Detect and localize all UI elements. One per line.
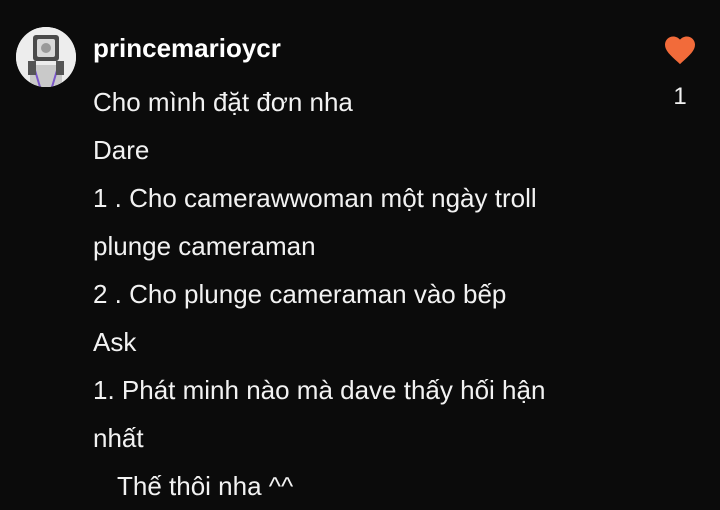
comment-line: 1. Phát minh nào mà dave thấy hối hận — [93, 375, 546, 405]
comment-line: nhất — [93, 423, 144, 453]
like-count: 1 — [673, 83, 687, 110]
comment-body: Cho mình đặt đơn nha Dare 1 . Cho camera… — [93, 78, 633, 510]
avatar-image — [16, 27, 76, 87]
comment-line: 1 . Cho camerawwoman một ngày troll — [93, 183, 537, 213]
comment-line: Dare — [93, 135, 150, 165]
comment-line: Ask — [93, 327, 137, 357]
heart-icon[interactable] — [662, 32, 698, 68]
avatar[interactable] — [16, 27, 76, 87]
comment-line: 2 . Cho plunge cameraman vào bếp — [93, 279, 507, 309]
like-button[interactable]: 1 — [660, 30, 700, 110]
comment-line: plunge cameraman — [93, 231, 316, 261]
comment-line: Thế thôi nha ^^ — [117, 471, 294, 501]
comment-line: Cho mình đặt đơn nha — [93, 87, 353, 117]
comment-username[interactable]: princemarioycr — [93, 30, 281, 66]
